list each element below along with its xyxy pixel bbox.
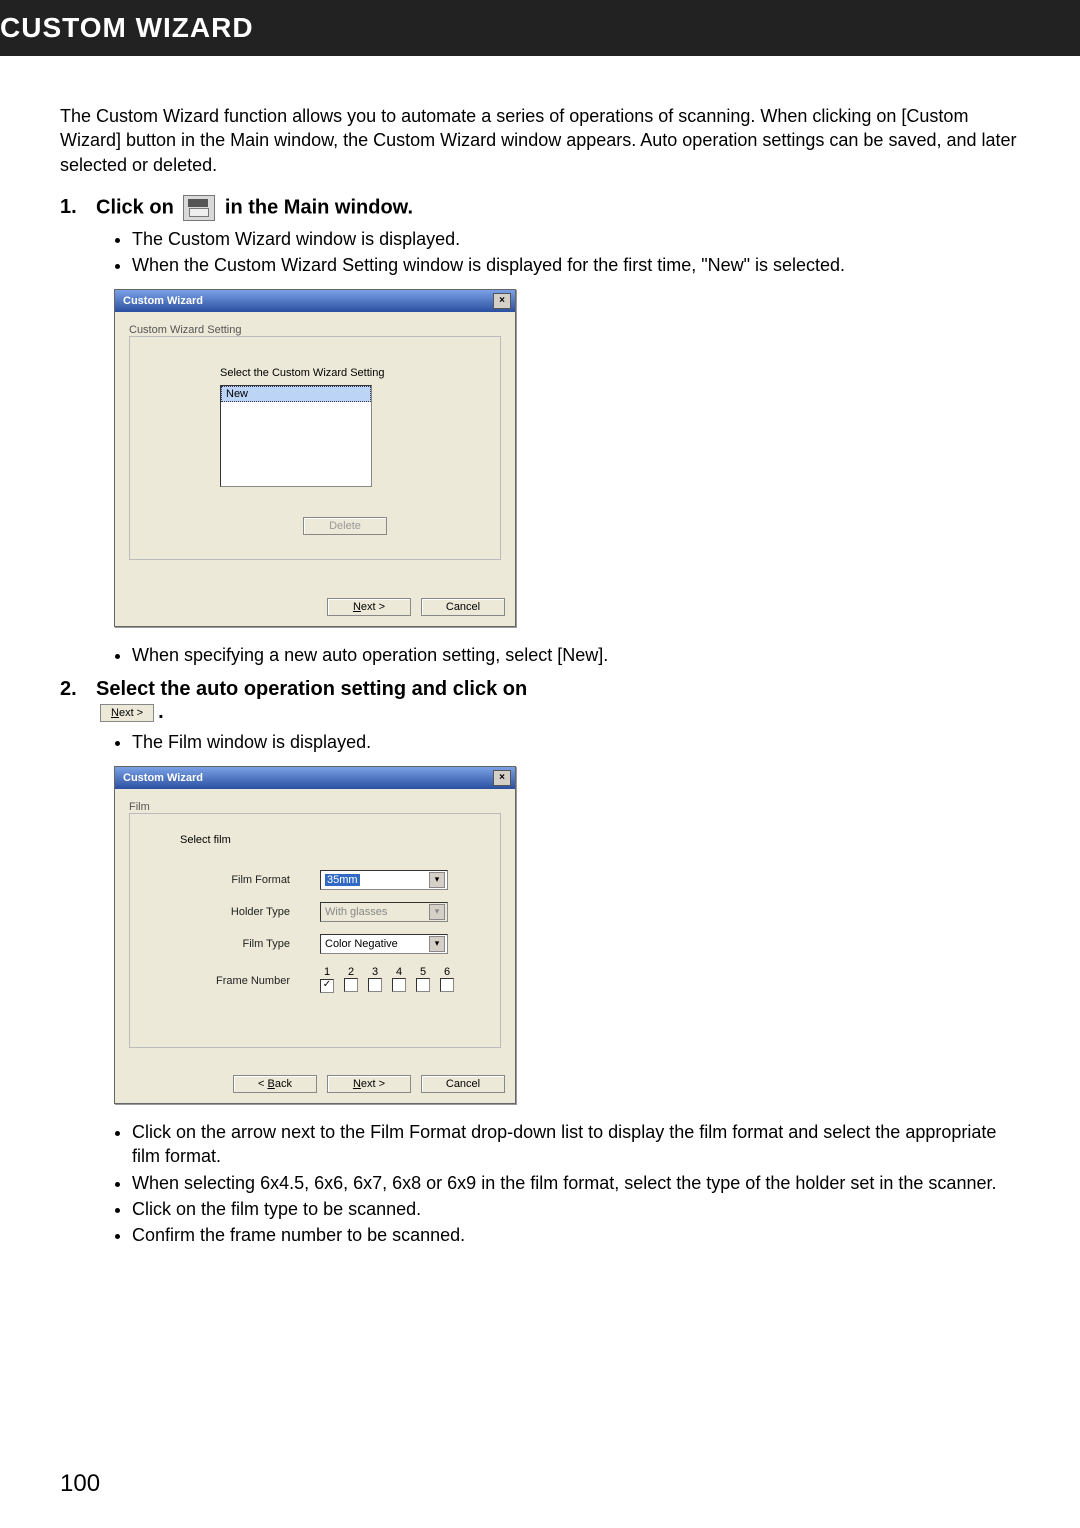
dialog1-close-icon[interactable]: × xyxy=(493,293,511,309)
step-2-number: 2. xyxy=(60,678,96,701)
frame-number-group: 1✓ 2 3 4 5 6 xyxy=(320,966,454,995)
dialog1-prompt: Select the Custom Wizard Setting xyxy=(220,367,470,379)
step-1-post-bullet: When specifying a new auto operation set… xyxy=(132,643,1020,667)
step-2-bullet-pre: The Film window is displayed. xyxy=(132,730,1020,754)
frame-checkbox-1[interactable]: ✓ xyxy=(320,979,334,993)
dialog2-next-button[interactable]: Next > xyxy=(327,1075,411,1093)
frame-num: 3 xyxy=(368,966,382,978)
dialog-film: Custom Wizard × Film Select film Film Fo… xyxy=(114,766,516,1104)
dialog1-list-item-new[interactable]: New xyxy=(221,386,371,402)
dialog1-cancel-button[interactable]: Cancel xyxy=(421,598,505,616)
step-1-number: 1. xyxy=(60,196,96,219)
inline-next-button-graphic: Next > xyxy=(100,704,154,722)
page-title: CUSTOM WIZARD xyxy=(0,12,254,43)
dialog1-group-label: Custom Wizard Setting xyxy=(129,324,501,336)
frame-num: 2 xyxy=(344,966,358,978)
chevron-down-icon[interactable]: ▾ xyxy=(429,904,445,920)
step-1-bullets: The Custom Wizard window is displayed. W… xyxy=(114,227,1020,278)
inline-next-rest: ext > xyxy=(119,707,143,719)
frame-checkbox-3[interactable] xyxy=(368,978,382,992)
step-2-bullet-post: Click on the film type to be scanned. xyxy=(132,1197,1020,1221)
frame-checkbox-6[interactable] xyxy=(440,978,454,992)
inline-next-u: N xyxy=(111,707,119,719)
step-2-bullets-pre: The Film window is displayed. xyxy=(114,730,1020,754)
step-2-heading: 2. Select the auto operation setting and… xyxy=(60,678,1020,724)
step-1-bullet: The Custom Wizard window is displayed. xyxy=(132,227,1020,251)
page-title-band: CUSTOM WIZARD xyxy=(0,0,1080,56)
holder-type-label: Holder Type xyxy=(180,906,320,918)
frame-num: 5 xyxy=(416,966,430,978)
dialog2-group-label: Film xyxy=(129,801,501,813)
step-1-post-bullets: When specifying a new auto operation set… xyxy=(114,643,1020,667)
step-2-text: Select the auto operation setting and cl… xyxy=(96,678,527,700)
step-1-heading: 1. Click on in the Main window. xyxy=(60,195,1020,221)
step-2-bullet-post: When selecting 6x4.5, 6x6, 6x7, 6x8 or 6… xyxy=(132,1171,1020,1195)
dialog1-next-underline: N xyxy=(353,601,361,613)
dialog1-delete-button[interactable]: Delete xyxy=(303,517,387,535)
custom-wizard-toolbar-icon xyxy=(183,195,215,221)
film-format-combo[interactable]: 35mm ▾ xyxy=(320,870,448,890)
dialog2-next-u: N xyxy=(353,1078,361,1090)
dialog2-back-u: B xyxy=(268,1078,275,1090)
frame-checkbox-5[interactable] xyxy=(416,978,430,992)
step-2-bullet-post: Click on the arrow next to the Film Form… xyxy=(132,1120,1020,1169)
holder-type-combo[interactable]: With glasses ▾ xyxy=(320,902,448,922)
dialog2-titlebar: Custom Wizard × xyxy=(115,767,515,789)
frame-checkbox-4[interactable] xyxy=(392,978,406,992)
step-1-text-before: Click on xyxy=(96,196,179,218)
frame-checkbox-2[interactable] xyxy=(344,978,358,992)
step-2-period: . xyxy=(158,701,164,723)
dialog-custom-wizard-setting: Custom Wizard × Custom Wizard Setting Se… xyxy=(114,289,516,627)
dialog2-prompt: Select film xyxy=(180,834,480,846)
dialog1-next-rest: ext > xyxy=(361,601,385,613)
step-2-bullets-post: Click on the arrow next to the Film Form… xyxy=(114,1120,1020,1247)
frame-number-label: Frame Number xyxy=(180,975,320,987)
film-type-value: Color Negative xyxy=(325,938,398,950)
dialog2-close-icon[interactable]: × xyxy=(493,770,511,786)
film-format-value: 35mm xyxy=(325,874,360,886)
dialog2-title: Custom Wizard xyxy=(123,772,203,784)
step-1-bullet: When the Custom Wizard Setting window is… xyxy=(132,253,1020,277)
intro-paragraph: The Custom Wizard function allows you to… xyxy=(60,104,1020,177)
dialog1-titlebar: Custom Wizard × xyxy=(115,290,515,312)
film-type-combo[interactable]: Color Negative ▾ xyxy=(320,934,448,954)
frame-num: 6 xyxy=(440,966,454,978)
frame-num: 1 xyxy=(320,966,334,978)
holder-type-value: With glasses xyxy=(325,906,387,918)
step-2-bullet-post: Confirm the frame number to be scanned. xyxy=(132,1223,1020,1247)
dialog1-next-button[interactable]: Next > xyxy=(327,598,411,616)
dialog2-back-rest: ack xyxy=(275,1078,292,1090)
chevron-down-icon[interactable]: ▾ xyxy=(429,872,445,888)
dialog1-listbox[interactable]: New xyxy=(220,385,372,487)
dialog2-cancel-button[interactable]: Cancel xyxy=(421,1075,505,1093)
chevron-down-icon[interactable]: ▾ xyxy=(429,936,445,952)
dialog2-next-rest: ext > xyxy=(361,1078,385,1090)
frame-num: 4 xyxy=(392,966,406,978)
dialog2-back-button[interactable]: < Back xyxy=(233,1075,317,1093)
dialog1-title: Custom Wizard xyxy=(123,295,203,307)
page-number: 100 xyxy=(60,1470,100,1498)
film-type-label: Film Type xyxy=(180,938,320,950)
step-1-text-after: in the Main window. xyxy=(225,196,413,218)
film-format-label: Film Format xyxy=(180,874,320,886)
